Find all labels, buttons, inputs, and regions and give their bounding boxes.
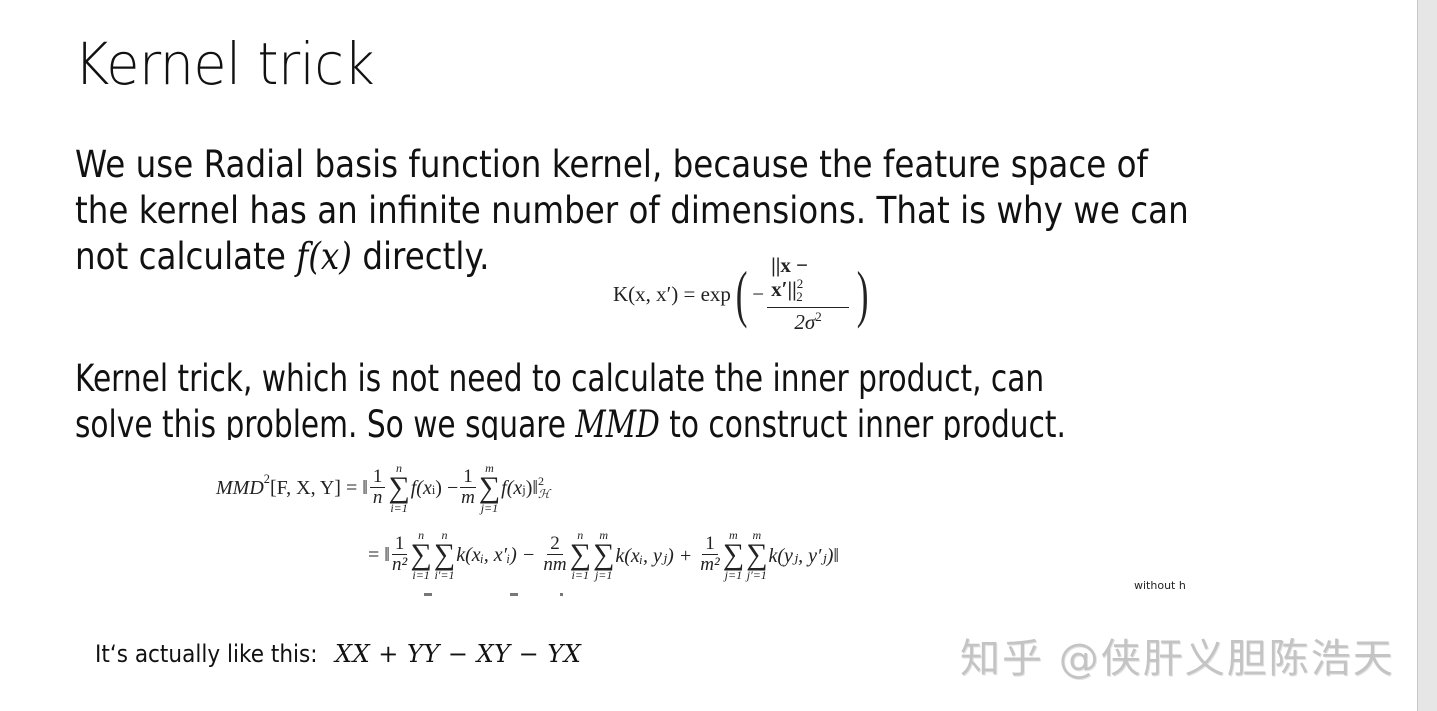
- fraction-numerator: 1: [460, 467, 476, 489]
- sigma-icon: ∑: [569, 537, 591, 571]
- summation: n ∑ i=1: [410, 529, 431, 582]
- mmd-args: [F, X, Y] = ‖: [269, 476, 368, 499]
- sigma-icon: ∑: [746, 537, 768, 571]
- summation: m ∑ j=1: [593, 529, 614, 582]
- term: k(yⱼ, y′ⱼ)‖: [768, 544, 839, 567]
- mmd-formula-line-3-clipped: [410, 593, 590, 599]
- summation: m ∑ j=1: [723, 529, 744, 582]
- paragraph-kernel-trick: Kernel trick, which is not need to calcu…: [75, 355, 1339, 440]
- paragraph-text: solve this problem. So we square: [75, 402, 576, 440]
- fraction-denominator: n: [372, 487, 383, 509]
- fraction-denominator: nm: [543, 554, 567, 576]
- sigma-icon: ∑: [722, 537, 745, 571]
- slide-canvas: Kernel trick We use Radial basis functio…: [0, 0, 1417, 711]
- sum-lower: j′=1: [746, 568, 767, 583]
- sum-lower: j=1: [724, 568, 743, 583]
- fraction: 1m: [460, 467, 476, 509]
- sigma-icon: ∑: [433, 537, 456, 571]
- term: f(x: [501, 476, 523, 499]
- footer-label: It‘s actually like this:: [95, 640, 318, 668]
- term: k(xᵢ, x′ᵢ) −: [456, 543, 536, 566]
- footer-note: It‘s actually like this: XX + YY − XY − …: [95, 640, 581, 668]
- summation: n ∑ i=1: [570, 529, 591, 582]
- paragraph-text: to construct inner product.: [659, 402, 1066, 440]
- sigma-icon: ∑: [410, 537, 432, 571]
- fraction-denominator: m²: [700, 554, 720, 576]
- norm-sub: ℋ: [537, 487, 550, 501]
- norm-scripts: 2ℋ: [537, 474, 550, 501]
- fraction-denominator: n²: [392, 554, 408, 576]
- paragraph-clip: Kernel trick, which is not need to calcu…: [0, 0, 1417, 440]
- sigma-icon: ∑: [388, 470, 410, 504]
- fraction-numerator: 1: [369, 467, 386, 489]
- mmd-formula-line-1: MMD 2 [F, X, Y] = ‖ 1n n ∑ i=1 f(x i ) − 1m …: [216, 458, 550, 518]
- fraction-numerator: 1: [702, 534, 718, 556]
- fraction-numerator: 2: [547, 534, 563, 556]
- summation: n ∑ i′=1: [434, 529, 455, 582]
- fraction-denominator: m: [461, 487, 475, 509]
- term: k(xᵢ, yⱼ) +: [615, 544, 693, 567]
- paragraph-line: solve this problem. So we square MMD to …: [75, 401, 1339, 440]
- sigma-icon: ∑: [592, 537, 615, 571]
- side-panel-scrollbar[interactable]: [1417, 0, 1437, 711]
- small-note: without h: [1134, 579, 1186, 592]
- fraction: 1 n²: [391, 534, 408, 576]
- sum-lower: i′=1: [434, 568, 455, 583]
- mmd-formula-line-2: = ‖ 1 n² n ∑ i=1 n ∑ i′=1 k(xᵢ, x′ᵢ) − 2 nm n ∑…: [368, 524, 839, 586]
- operator: ) −: [435, 476, 459, 499]
- sum-lower: i=1: [571, 568, 589, 583]
- summation: m ∑ j′=1: [746, 529, 767, 582]
- paragraph-line: Kernel trick, which is not need to calcu…: [75, 356, 1045, 400]
- sum-lower: i=1: [390, 501, 408, 516]
- sum-lower: i=1: [412, 568, 430, 583]
- fraction-numerator: 1: [391, 534, 408, 556]
- clipped-glyph: [560, 593, 563, 596]
- sum-lower: j=1: [480, 501, 499, 516]
- clipped-glyph: [424, 593, 432, 596]
- fraction: 1n: [369, 467, 386, 509]
- inline-math-mmd: MMD: [575, 402, 660, 440]
- fraction: 2 nm: [543, 534, 566, 576]
- footer-expression: XX + YY − XY − YX: [335, 640, 582, 668]
- equals: = ‖: [368, 543, 390, 566]
- mmd-lhs: MMD: [216, 476, 264, 499]
- sigma-icon: ∑: [478, 470, 501, 504]
- fraction: 1 m²: [700, 534, 719, 576]
- norm-close: )‖: [525, 476, 538, 499]
- sum-lower: j=1: [594, 568, 613, 583]
- watermark: 知乎 @侠肝义胆陈浩天: [960, 636, 1395, 682]
- summation: m ∑ j=1: [479, 462, 500, 515]
- term: f(x: [410, 476, 432, 499]
- clipped-glyph: [510, 593, 518, 596]
- summation: n ∑ i=1: [388, 462, 409, 515]
